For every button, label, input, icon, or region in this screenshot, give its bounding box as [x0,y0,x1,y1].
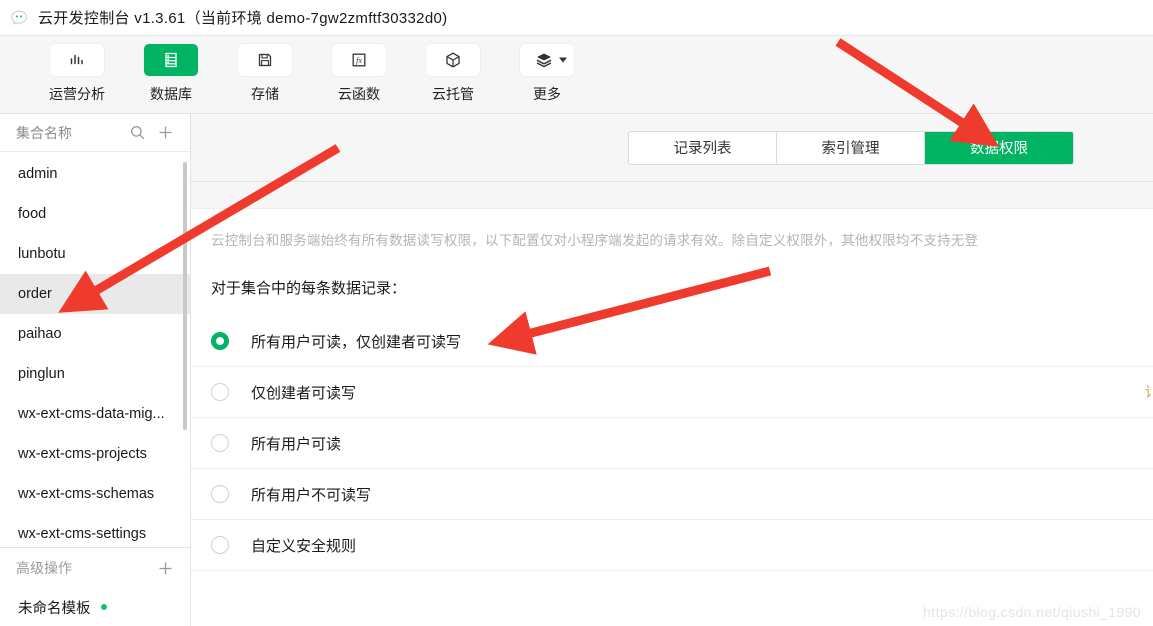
radio-option-custom-security-rules[interactable]: 自定义安全规则 [191,520,1153,571]
radio-option-all-read[interactable]: 所有用户可读 [191,418,1153,469]
tab-index-management[interactable]: 索引管理 [777,131,925,164]
svg-text:fx: fx [356,56,362,65]
window-title: 云开发控制台 v1.3.61（当前环境 demo-7gw2zmftf30332d… [38,10,448,27]
module-toolbar: 运营分析 数据库 存储 fx 云函数 云托管 更多 [0,36,1153,114]
radio-label: 所有用户不可读写 [251,486,372,504]
toolbar-item-more[interactable]: 更多 [500,44,594,104]
cube-icon [426,44,480,76]
permissions-question: 对于集合中的每条数据记录： [211,280,407,297]
fx-function-icon: fx [332,44,386,76]
tab-label: 数据权限 [970,141,1028,157]
edge-cut-link[interactable]: 详 [1145,382,1151,402]
database-icon [144,44,198,76]
sidebar-header-title: 集合名称 [16,124,72,141]
radio-button-icon[interactable] [211,332,229,350]
collection-name: lunbotu [18,246,66,262]
plus-icon[interactable] [154,122,176,144]
permissions-radio-group[interactable]: 所有用户可读，仅创建者可读写 仅创建者可读写 详 所有用户可读 所有用户不可读写 [191,316,1153,571]
toolbar-label: 存储 [251,86,279,102]
toolbar-label: 云函数 [338,86,380,102]
sidebar-scrollbar[interactable] [183,162,187,430]
radio-label: 仅创建者可读写 [251,384,357,402]
layers-icon [520,44,574,76]
template-name: 未命名模板 [18,600,91,617]
collections-list[interactable]: admin food lunbotu order paihao pinglun … [0,152,190,547]
toolbar-item-cloud-hosting[interactable]: 云托管 [406,44,500,104]
radio-option-creator-read-write[interactable]: 仅创建者可读写 详 [191,367,1153,418]
radio-option-no-read-write[interactable]: 所有用户不可读写 [191,469,1153,520]
collections-sidebar: 集合名称 admin food lunbotu order paihao pin… [0,114,191,626]
tab-data-permissions[interactable]: 数据权限 [925,131,1073,164]
sidebar-header: 集合名称 [0,114,190,152]
permissions-description: 云控制台和服务端始终有所有数据读写权限，以下配置仅对小程序端发起的请求有效。除自… [211,233,979,248]
toolbar-item-operation-analysis[interactable]: 运营分析 [30,44,124,104]
collection-item-wx-ext-cms-schemas[interactable]: wx-ext-cms-schemas [0,474,190,514]
collection-name: paihao [18,326,62,342]
collection-name: wx-ext-cms-data-mig... [18,406,165,422]
radio-button-icon[interactable] [211,536,229,554]
tabs-row: 记录列表 索引管理 数据权限 [191,114,1153,182]
toolbar-label: 数据库 [150,86,192,102]
radio-label: 所有用户可读 [251,435,342,453]
wechat-cloud-logo-icon [8,7,30,29]
tab-group: 记录列表 索引管理 数据权限 [628,130,1074,165]
collection-name: wx-ext-cms-settings [18,526,147,542]
toolbar-item-cloud-function[interactable]: fx 云函数 [312,44,406,104]
chevron-down-icon [559,57,567,63]
permissions-card: 云控制台和服务端始终有所有数据读写权限，以下配置仅对小程序端发起的请求有效。除自… [191,208,1153,626]
bar-chart-icon [50,44,104,76]
advanced-operations-header: 高级操作 [0,548,190,588]
toolbar-item-storage[interactable]: 存储 [218,44,312,104]
collection-name: order [18,286,52,302]
toolbar-label: 运营分析 [49,86,105,102]
tab-record-list[interactable]: 记录列表 [629,131,777,164]
tab-label: 索引管理 [821,141,880,157]
collection-name: admin [18,166,58,182]
radio-option-all-read-creator-write[interactable]: 所有用户可读，仅创建者可读写 [191,316,1153,367]
collection-item-paihao[interactable]: paihao [0,314,190,354]
app-body: 集合名称 admin food lunbotu order paihao pin… [0,114,1153,626]
collection-item-lunbotu[interactable]: lunbotu [0,234,190,274]
toolbar-item-database[interactable]: 数据库 [124,44,218,104]
advanced-operations-section: 高级操作 未命名模板 [0,547,190,626]
template-item-unnamed[interactable]: 未命名模板 [0,588,190,626]
floppy-disk-icon [238,44,292,76]
main-panel: 记录列表 索引管理 数据权限 云控制台和服务端始终有所有数据读写权限，以下配置仅… [191,114,1153,626]
collection-name: food [18,206,47,222]
collection-item-admin[interactable]: admin [0,154,190,194]
collection-name: wx-ext-cms-schemas [18,486,155,502]
search-icon[interactable] [126,122,148,144]
toolbar-label: 云托管 [432,86,474,102]
collection-item-order[interactable]: order [0,274,190,314]
toolbar-label: 更多 [533,86,561,102]
tab-label: 记录列表 [673,141,732,157]
window-titlebar: 云开发控制台 v1.3.61（当前环境 demo-7gw2zmftf30332d… [0,0,1153,36]
radio-label: 所有用户可读，仅创建者可读写 [251,333,462,351]
collection-name: pinglun [18,366,65,382]
radio-button-icon[interactable] [211,383,229,401]
plus-icon[interactable] [154,557,176,579]
collection-item-wx-ext-cms-data-migrate[interactable]: wx-ext-cms-data-mig... [0,394,190,434]
collection-item-pinglun[interactable]: pinglun [0,354,190,394]
radio-button-icon[interactable] [211,485,229,503]
radio-label: 自定义安全规则 [251,537,357,555]
status-dot-icon [100,604,107,610]
collection-item-wx-ext-cms-settings[interactable]: wx-ext-cms-settings [0,514,190,547]
collection-name: wx-ext-cms-projects [18,446,147,462]
collection-item-wx-ext-cms-projects[interactable]: wx-ext-cms-projects [0,434,190,474]
radio-button-icon[interactable] [211,434,229,452]
advanced-operations-title: 高级操作 [16,560,72,576]
collection-item-food[interactable]: food [0,194,190,234]
